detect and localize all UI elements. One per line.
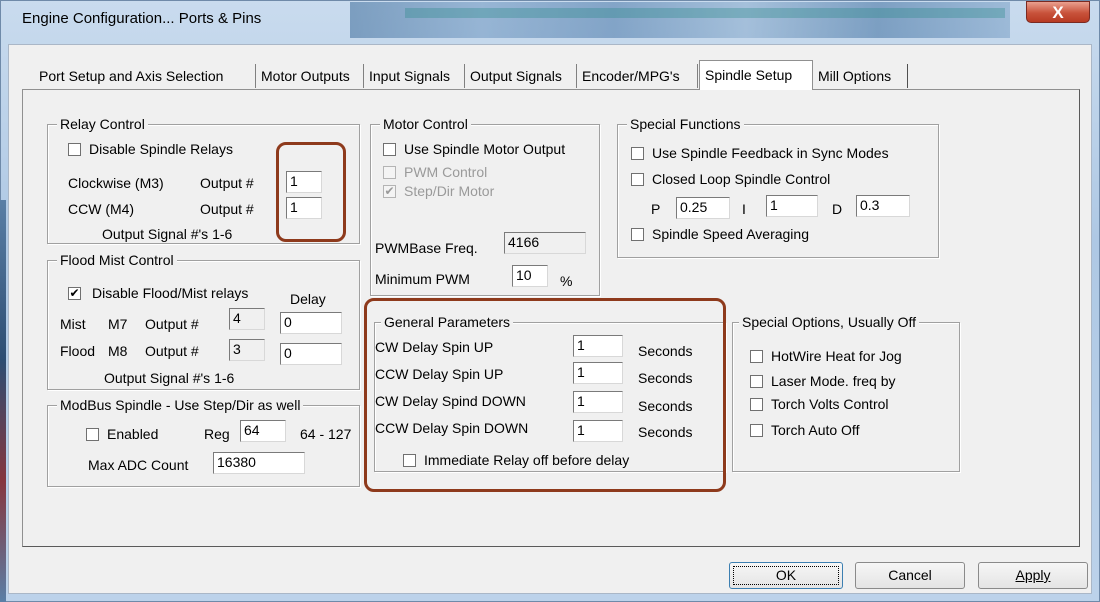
close-button[interactable]: X bbox=[1026, 1, 1090, 23]
motor-control-title: Motor Control bbox=[380, 116, 471, 132]
special-functions-title: Special Functions bbox=[627, 116, 744, 132]
torch-auto-off-checkbox[interactable] bbox=[750, 424, 763, 437]
use-spindle-motor-label: Use Spindle Motor Output bbox=[404, 141, 566, 157]
flood-label: Flood bbox=[60, 343, 96, 359]
p-label: P bbox=[651, 201, 661, 217]
apply-button[interactable]: Apply bbox=[978, 562, 1088, 589]
speed-averaging-label: Spindle Speed Averaging bbox=[652, 226, 809, 242]
mist-output-label: Output # bbox=[145, 316, 199, 332]
sync-feedback-checkbox[interactable] bbox=[631, 147, 644, 160]
ok-button[interactable]: OK bbox=[729, 562, 843, 589]
torch-volts-label: Torch Volts Control bbox=[771, 396, 889, 412]
window-title: Engine Configuration... Ports & Pins bbox=[22, 10, 262, 27]
reg-field[interactable]: 64 bbox=[240, 420, 286, 442]
relay-signal-note: Output Signal #'s 1-6 bbox=[102, 226, 233, 242]
max-adc-field[interactable]: 16380 bbox=[213, 452, 305, 474]
mist-label: Mist bbox=[60, 316, 86, 332]
mist-delay-field[interactable]: 0 bbox=[280, 312, 342, 334]
minpwm-label: Minimum PWM bbox=[375, 271, 470, 287]
tab-spindle-setup[interactable]: Spindle Setup bbox=[699, 60, 813, 90]
flood-output-label: Output # bbox=[145, 343, 199, 359]
flood-signal-note: Output Signal #'s 1-6 bbox=[104, 370, 235, 386]
title-bar-decoration-line bbox=[405, 8, 1005, 18]
i-field[interactable]: 1 bbox=[766, 195, 818, 217]
ccw-label: CCW (M4) bbox=[68, 201, 135, 217]
flood-mist-title: Flood Mist Control bbox=[57, 252, 177, 268]
special-options-title: Special Options, Usually Off bbox=[739, 314, 920, 330]
d-label: D bbox=[832, 201, 843, 217]
flood-code: M8 bbox=[108, 343, 128, 359]
step-dir-motor-checkbox[interactable]: ✔ bbox=[383, 185, 396, 198]
pwm-control-label: PWM Control bbox=[404, 164, 488, 180]
pwm-control-checkbox[interactable] bbox=[383, 166, 396, 179]
cw-output-label: Output # bbox=[200, 175, 254, 191]
torch-volts-checkbox[interactable] bbox=[750, 398, 763, 411]
use-spindle-motor-checkbox[interactable] bbox=[383, 143, 396, 156]
relay-output-highlight bbox=[276, 142, 346, 242]
pwmbase-label: PWMBase Freq. bbox=[375, 240, 478, 256]
p-field[interactable]: 0.25 bbox=[676, 197, 730, 219]
flood-delay-field[interactable]: 0 bbox=[280, 343, 342, 365]
sync-feedback-label: Use Spindle Feedback in Sync Modes bbox=[652, 145, 889, 161]
closed-loop-checkbox[interactable] bbox=[631, 173, 644, 186]
cancel-button[interactable]: Cancel bbox=[855, 562, 965, 589]
modbus-enabled-label: Enabled bbox=[107, 426, 159, 442]
tab-input-signals[interactable]: Input Signals bbox=[364, 64, 465, 88]
step-dir-motor-label: Step/Dir Motor bbox=[404, 183, 495, 199]
disable-flood-mist-checkbox[interactable]: ✔ bbox=[68, 287, 81, 300]
hotwire-checkbox[interactable] bbox=[750, 350, 763, 363]
speed-averaging-checkbox[interactable] bbox=[631, 228, 644, 241]
tab-encoder-mpg[interactable]: Encoder/MPG's bbox=[577, 64, 698, 88]
delay-header: Delay bbox=[290, 291, 326, 307]
general-parameters-highlight bbox=[364, 298, 726, 492]
d-field[interactable]: 0.3 bbox=[856, 195, 910, 217]
clockwise-label: Clockwise (M3) bbox=[68, 175, 164, 191]
max-adc-label: Max ADC Count bbox=[88, 457, 189, 473]
i-label: I bbox=[742, 201, 746, 217]
title-bar[interactable]: Engine Configuration... Ports & Pins X bbox=[0, 0, 1098, 40]
torch-auto-off-label: Torch Auto Off bbox=[771, 422, 860, 438]
pwmbase-field[interactable]: 4166 bbox=[504, 232, 586, 254]
modbus-group bbox=[47, 405, 360, 487]
disable-flood-mist-label: Disable Flood/Mist relays bbox=[92, 285, 249, 301]
tab-port-setup[interactable]: Port Setup and Axis Selection bbox=[34, 64, 256, 88]
background-window-strip bbox=[0, 200, 6, 602]
modbus-title: ModBus Spindle - Use Step/Dir as well bbox=[57, 397, 304, 413]
modbus-enabled-checkbox[interactable] bbox=[86, 428, 99, 441]
reg-label: Reg bbox=[204, 426, 230, 442]
tab-output-signals[interactable]: Output Signals bbox=[465, 64, 577, 88]
tab-mill-options[interactable]: Mill Options bbox=[813, 64, 908, 88]
disable-spindle-relays-label: Disable Spindle Relays bbox=[89, 141, 233, 157]
laser-mode-label: Laser Mode. freq by bbox=[771, 373, 896, 389]
relay-control-title: Relay Control bbox=[57, 116, 148, 132]
hotwire-label: HotWire Heat for Jog bbox=[771, 348, 902, 364]
closed-loop-label: Closed Loop Spindle Control bbox=[652, 171, 831, 187]
flood-output-field[interactable]: 3 bbox=[229, 339, 265, 361]
ccw-output-label: Output # bbox=[200, 201, 254, 217]
reg-range: 64 - 127 bbox=[300, 426, 352, 442]
mist-output-field[interactable]: 4 bbox=[229, 308, 265, 330]
minpwm-field[interactable]: 10 bbox=[512, 265, 548, 287]
mist-code: M7 bbox=[108, 316, 128, 332]
minpwm-unit: % bbox=[560, 273, 573, 289]
laser-mode-checkbox[interactable] bbox=[750, 375, 763, 388]
tab-motor-outputs[interactable]: Motor Outputs bbox=[256, 64, 364, 88]
disable-spindle-relays-checkbox[interactable] bbox=[68, 143, 81, 156]
